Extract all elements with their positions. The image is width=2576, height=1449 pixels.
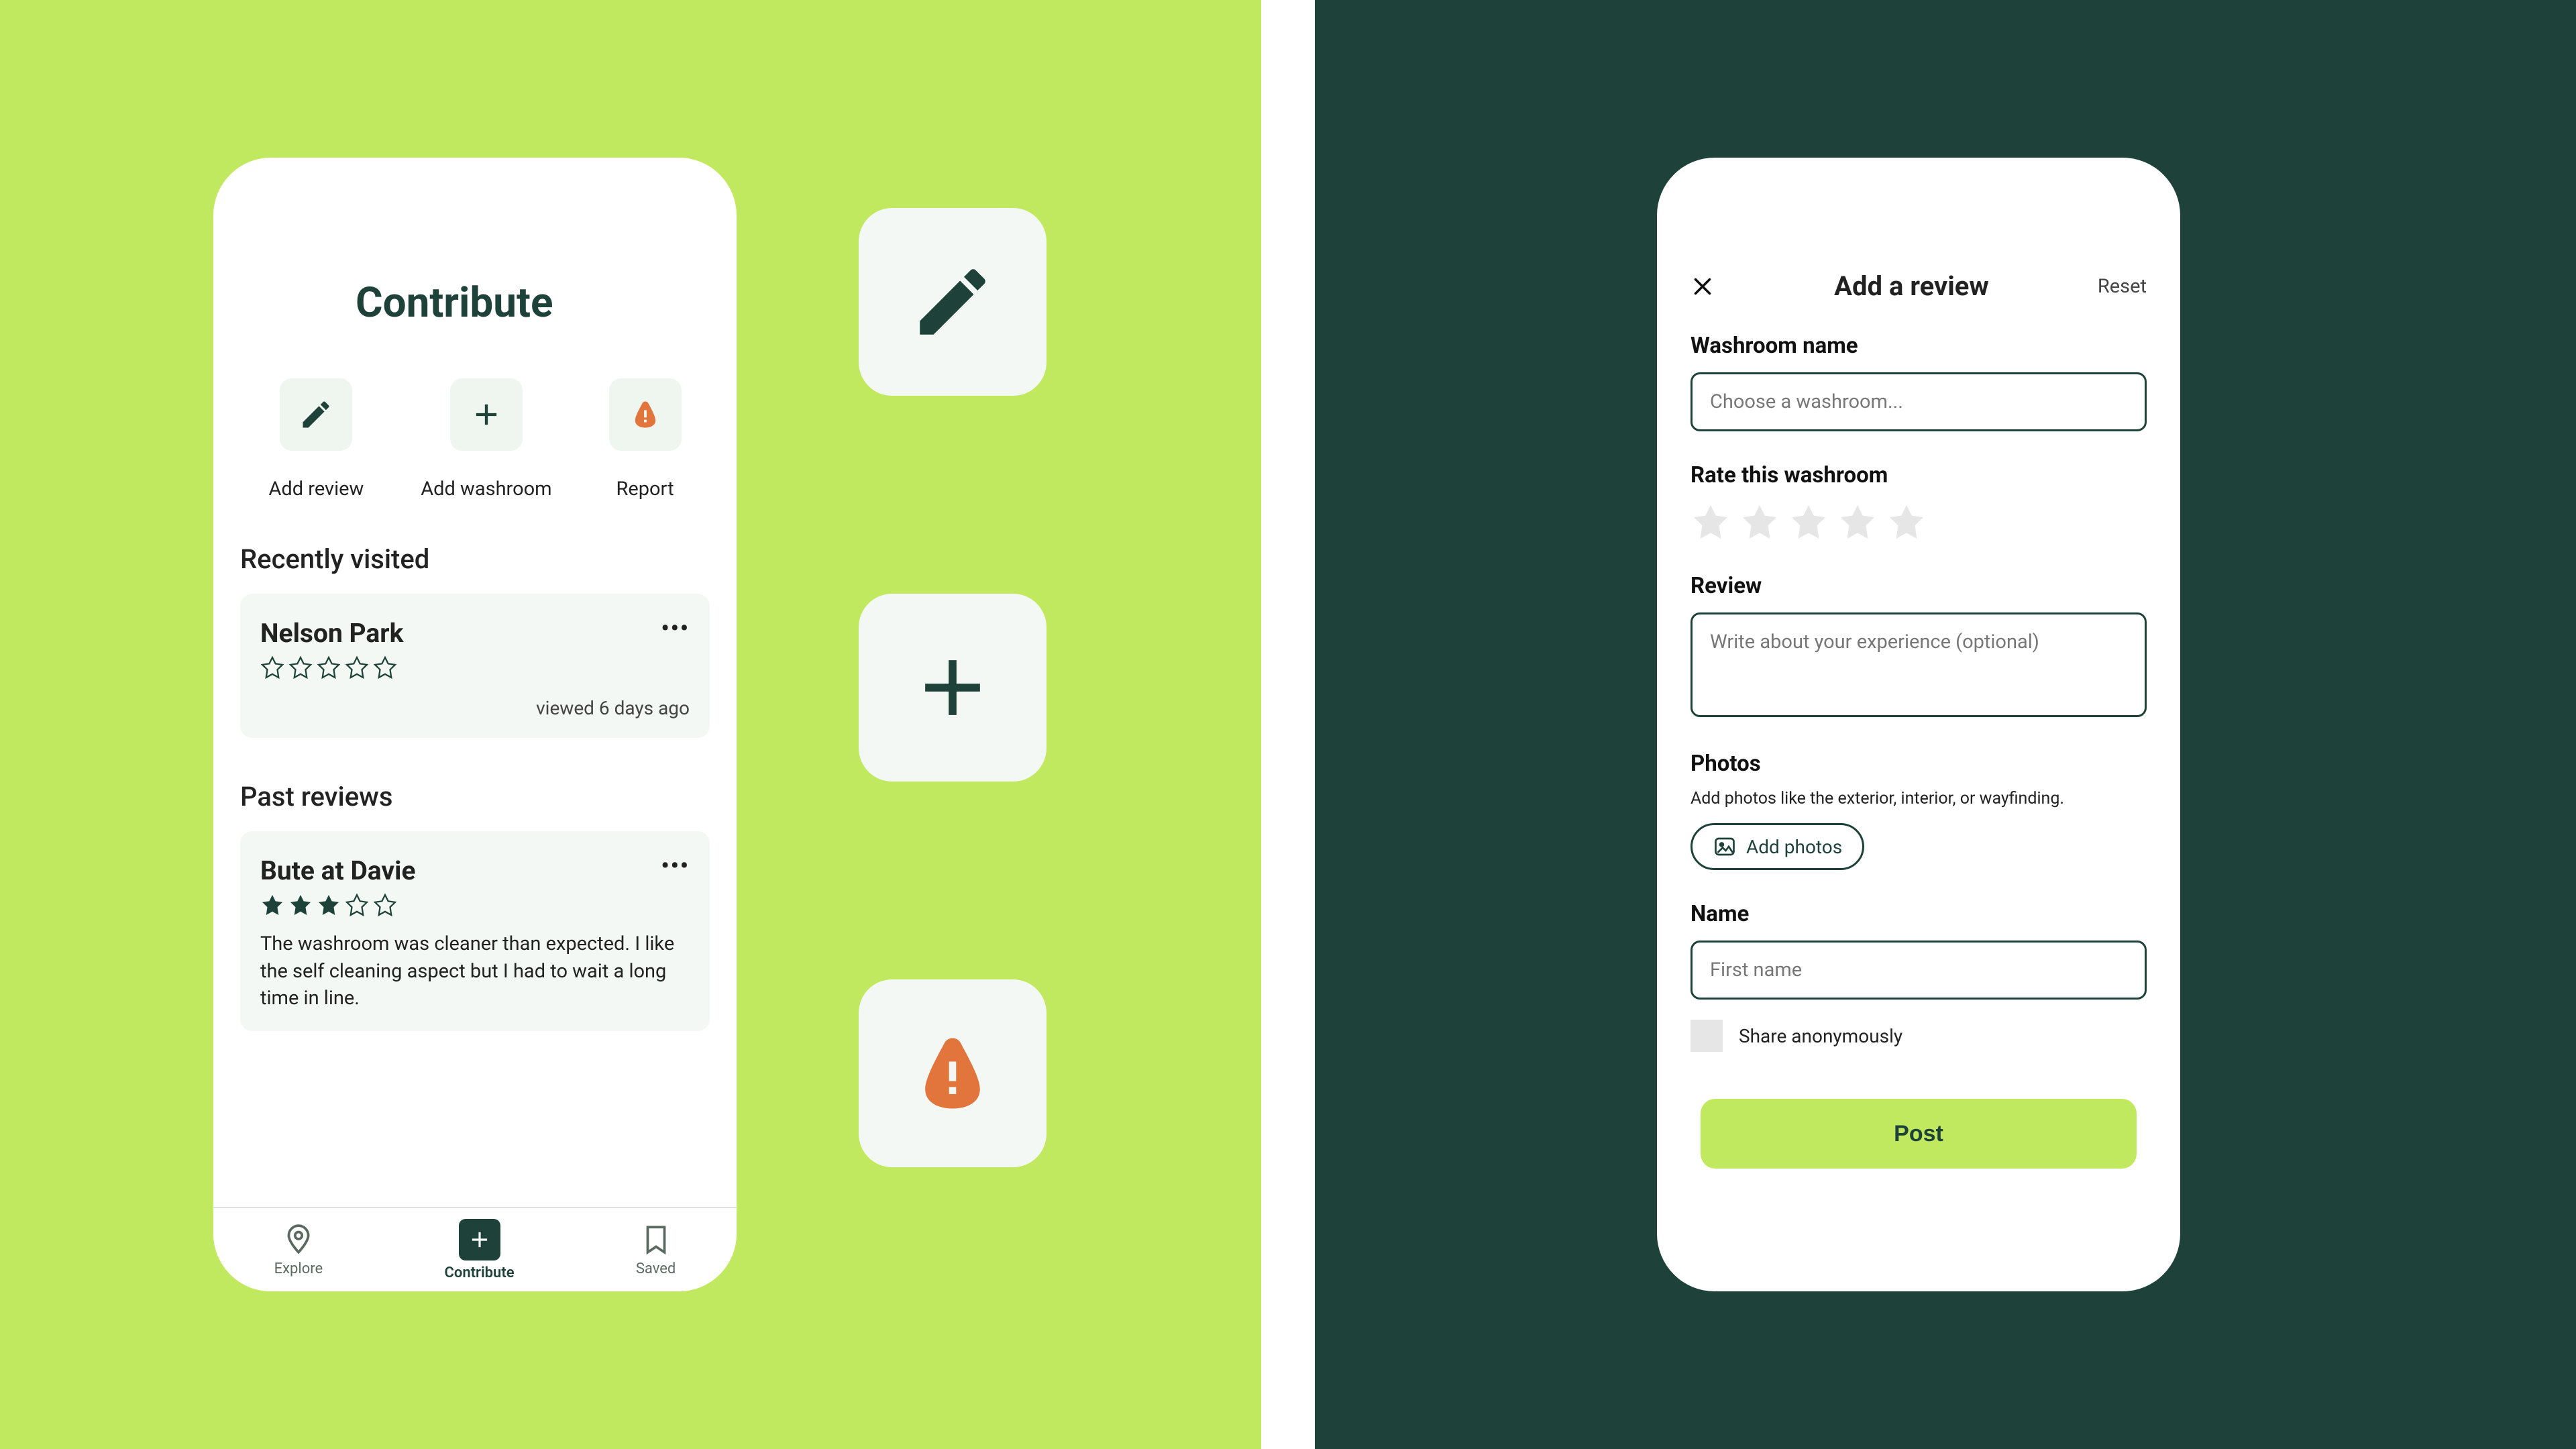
recently-visited-heading: Recently visited <box>240 543 710 575</box>
star-icon <box>317 893 341 917</box>
review-label: Review <box>1690 573 2147 599</box>
past-reviews-heading: Past reviews <box>240 781 710 812</box>
recent-timestamp: viewed 6 days ago <box>260 697 690 719</box>
report-icon <box>628 397 663 432</box>
recent-card[interactable]: Nelson Park ••• viewed 6 days ago <box>240 594 710 738</box>
recent-more-button[interactable]: ••• <box>661 615 690 642</box>
tile-report <box>859 979 1046 1167</box>
tab-saved[interactable]: Saved <box>636 1223 676 1277</box>
bottom-tabbar: Explore Contribute Saved <box>213 1207 737 1291</box>
star-icon[interactable] <box>1788 502 1829 542</box>
star-icon <box>260 893 284 917</box>
action-row: Add review Add washroom Report <box>213 378 737 500</box>
photos-label: Photos <box>1690 751 2147 777</box>
close-button[interactable] <box>1690 274 1715 299</box>
page-title: Contribute <box>356 278 737 327</box>
star-icon <box>345 893 369 917</box>
star-icon <box>373 893 397 917</box>
tile-pencil <box>859 208 1046 396</box>
add-photos-button[interactable]: Add photos <box>1690 823 1864 870</box>
add-review-label: Add review <box>268 478 364 500</box>
image-icon <box>1713 835 1737 859</box>
close-icon <box>1690 274 1715 299</box>
contribute-screen: Contribute Add review Add washroom Repor… <box>213 158 737 1291</box>
star-icon[interactable] <box>1886 502 1927 542</box>
plus-icon <box>906 641 1000 735</box>
rating-input[interactable] <box>1690 502 2147 542</box>
review-card[interactable]: Bute at Davie ••• The washroom was clean… <box>240 831 710 1031</box>
add-review-action[interactable]: Add review <box>268 378 364 500</box>
star-icon[interactable] <box>1837 502 1878 542</box>
plus-icon <box>467 1227 492 1252</box>
review-name: Bute at Davie <box>260 855 690 886</box>
washroom-label: Washroom name <box>1690 333 2147 359</box>
review-more-button[interactable]: ••• <box>661 853 690 879</box>
pin-icon <box>282 1223 315 1256</box>
star-icon <box>373 655 397 680</box>
photos-sub: Add photos like the exterior, interior, … <box>1690 789 2147 808</box>
washroom-input[interactable] <box>1690 372 2147 431</box>
review-textarea[interactable] <box>1690 612 2147 717</box>
add-review-screen: Add a review Reset Washroom name Rate th… <box>1657 158 2180 1291</box>
review-rating <box>260 893 690 917</box>
reset-button[interactable]: Reset <box>2098 275 2147 298</box>
bookmark-icon <box>639 1223 673 1256</box>
name-label: Name <box>1690 901 2147 927</box>
star-icon <box>345 655 369 680</box>
name-input[interactable] <box>1690 941 2147 1000</box>
star-icon <box>288 655 313 680</box>
review-text: The washroom was cleaner than expected. … <box>260 930 690 1012</box>
star-icon[interactable] <box>1739 502 1780 542</box>
star-icon[interactable] <box>1690 502 1731 542</box>
recent-name: Nelson Park <box>260 618 690 649</box>
report-label: Report <box>616 478 674 500</box>
report-icon <box>906 1026 1000 1120</box>
add-washroom-action[interactable]: Add washroom <box>421 378 551 500</box>
plus-icon <box>469 397 504 432</box>
tab-contribute[interactable]: Contribute <box>445 1219 515 1281</box>
rate-label: Rate this washroom <box>1690 462 2147 488</box>
tab-explore-label: Explore <box>274 1260 323 1277</box>
add-washroom-label: Add washroom <box>421 478 551 500</box>
floating-tiles <box>859 208 1046 1167</box>
tile-plus <box>859 594 1046 782</box>
recent-rating <box>260 655 690 680</box>
pencil-icon <box>299 397 333 432</box>
tab-saved-label: Saved <box>636 1260 676 1277</box>
tab-explore[interactable]: Explore <box>274 1223 323 1277</box>
add-photos-label: Add photos <box>1746 836 1842 858</box>
tab-contribute-label: Contribute <box>445 1265 515 1281</box>
pencil-icon <box>909 258 996 345</box>
star-icon <box>260 655 284 680</box>
anon-checkbox[interactable] <box>1690 1020 1723 1052</box>
post-button[interactable]: Post <box>1701 1099 2137 1169</box>
star-icon <box>288 893 313 917</box>
anon-label: Share anonymously <box>1739 1025 1902 1047</box>
report-action[interactable]: Report <box>609 378 682 500</box>
star-icon <box>317 655 341 680</box>
page-title: Add a review <box>1834 270 1989 302</box>
